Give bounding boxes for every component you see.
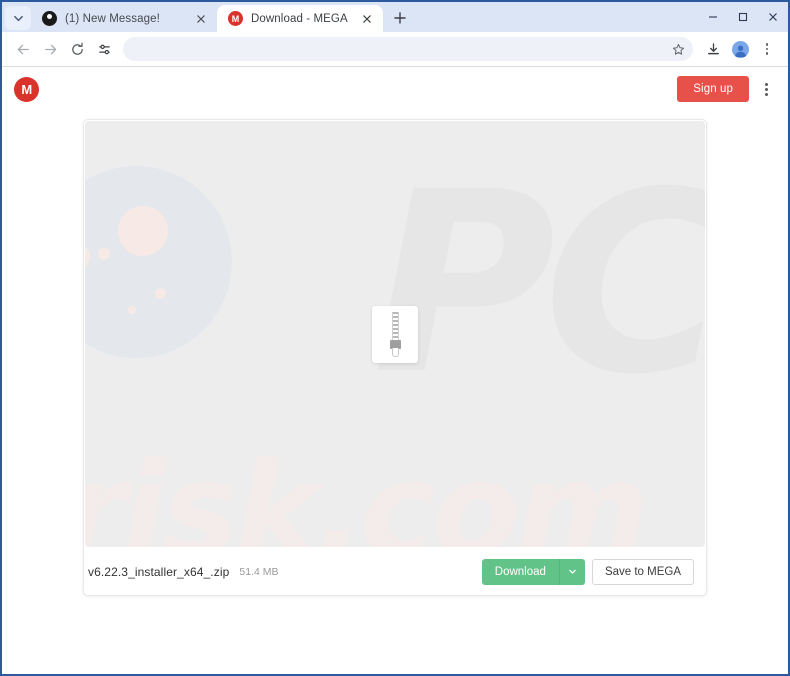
file-name: v6.22.3_installer_x64_.zip <box>88 564 230 579</box>
maximize-button[interactable] <box>728 2 758 32</box>
tab-close-button[interactable] <box>193 11 209 27</box>
close-icon <box>769 13 777 21</box>
tab-title: Download - MEGA <box>251 12 348 25</box>
minimize-icon <box>709 16 717 18</box>
chevron-down-icon <box>569 569 576 574</box>
file-action-buttons: Download Save to MEGA <box>481 558 694 585</box>
new-tab-button[interactable] <box>387 5 413 31</box>
download-dropdown-button[interactable] <box>558 558 585 585</box>
downloads-button[interactable] <box>700 36 726 62</box>
header-actions: Sign up <box>677 76 770 102</box>
reload-icon <box>71 42 83 55</box>
tune-button[interactable] <box>91 36 117 62</box>
address-bar[interactable] <box>123 37 693 61</box>
save-to-mega-button[interactable]: Save to MEGA <box>591 558 694 585</box>
tune-icon <box>98 44 110 54</box>
profile-avatar-icon <box>731 40 749 58</box>
tab-new-message[interactable]: (1) New Message! <box>31 5 217 32</box>
page-menu-button[interactable] <box>763 79 770 100</box>
profile-button[interactable] <box>727 36 753 62</box>
mega-site-header: M Sign up <box>2 67 788 111</box>
close-window-button[interactable] <box>758 2 788 32</box>
tab-search-button[interactable] <box>5 6 31 30</box>
close-icon <box>363 14 371 23</box>
magnifier-watermark-icon <box>85 166 260 386</box>
maximize-icon <box>738 12 748 22</box>
browser-window: (1) New Message! M Download - MEGA M Sig… <box>0 0 790 676</box>
close-icon <box>197 14 205 23</box>
file-info-bar: v6.22.3_installer_x64_.zip 51.4 MB Downl… <box>84 548 706 595</box>
back-arrow-icon <box>17 44 29 54</box>
mega-logo[interactable]: M <box>14 76 39 102</box>
reload-button[interactable] <box>64 36 90 62</box>
download-button[interactable]: Download <box>482 559 559 585</box>
tab-strip: (1) New Message! M Download - MEGA <box>2 2 788 32</box>
zip-file-icon <box>372 305 418 363</box>
dark-circle-icon <box>42 11 57 26</box>
tab-close-button[interactable] <box>359 11 375 27</box>
bookmark-star-icon[interactable] <box>671 42 685 56</box>
chevron-down-icon <box>13 15 23 21</box>
forward-arrow-icon <box>44 44 56 54</box>
tab-download-mega[interactable]: M Download - MEGA <box>217 5 383 32</box>
back-button[interactable] <box>10 36 36 62</box>
plus-icon <box>394 12 406 24</box>
download-card: PC risk.com v6.22.3_installer_x64_.zip 5… <box>83 119 707 596</box>
tab-title: (1) New Message! <box>65 12 160 25</box>
browser-toolbar <box>2 32 788 66</box>
window-controls <box>698 2 788 32</box>
download-tray-icon <box>707 42 719 54</box>
zipper-graphic <box>389 311 401 357</box>
star-icon <box>672 43 684 55</box>
forward-button[interactable] <box>37 36 63 62</box>
three-dot-menu-icon <box>765 43 769 55</box>
watermark-pc-text: PC <box>372 138 705 429</box>
file-preview-area: PC risk.com <box>85 121 705 547</box>
download-card-wrapper: PC risk.com v6.22.3_installer_x64_.zip 5… <box>2 111 788 596</box>
file-size: 51.4 MB <box>239 565 279 578</box>
browser-menu-button[interactable] <box>754 36 780 62</box>
download-button-group[interactable]: Download <box>481 558 585 585</box>
watermark-risk-text: risk.com <box>85 436 649 548</box>
minimize-button[interactable] <box>698 2 728 32</box>
sign-up-button[interactable]: Sign up <box>677 76 749 102</box>
mega-m-icon: M <box>228 11 243 26</box>
page-viewport: M Sign up PC risk.com v6.22.3_installer_… <box>2 67 788 674</box>
